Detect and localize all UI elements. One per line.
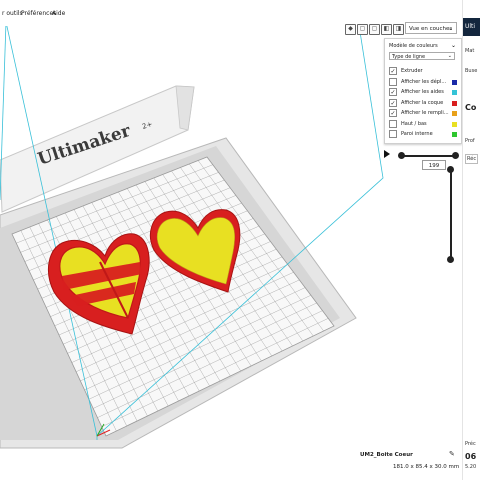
estimate-time: 06 bbox=[465, 452, 477, 461]
menu-bar: r outils Préférences Aide bbox=[0, 0, 462, 26]
legend-row[interactable]: Paroi interne bbox=[389, 130, 457, 140]
view-top-icon[interactable]: ▢ bbox=[369, 24, 380, 35]
current-layer-input[interactable]: 199 bbox=[422, 160, 446, 170]
profile-select[interactable]: Réc bbox=[465, 154, 479, 164]
legend-row[interactable]: ✓ Afficher le rempli... bbox=[389, 109, 457, 119]
legend-label: Afficher les aides bbox=[401, 89, 444, 95]
view-right-icon[interactable]: ◨ bbox=[393, 24, 404, 35]
menu-item-tools[interactable]: r outils bbox=[2, 10, 23, 17]
legend-checkbox[interactable]: ✓ bbox=[389, 88, 397, 96]
color-scheme-label: Modèle de couleurs bbox=[389, 43, 438, 49]
layer-path-slider[interactable] bbox=[401, 155, 456, 157]
legend-checkbox[interactable]: ✓ bbox=[389, 98, 397, 107]
play-simulation-button[interactable] bbox=[384, 150, 390, 158]
layer-slider-bottom-handle[interactable] bbox=[447, 256, 454, 263]
profile-label: Prof bbox=[465, 138, 475, 144]
path-slider-end-handle[interactable] bbox=[452, 152, 459, 159]
layer-view-panel: Modèle de couleurs ⌄ Type de ligne ⌄ ✓ Ex… bbox=[384, 38, 462, 144]
legend-row[interactable]: ✓ Extruder bbox=[389, 67, 457, 77]
legend-color-swatch bbox=[452, 111, 457, 116]
menu-item-preferences[interactable]: Préférences bbox=[21, 10, 56, 17]
view-3d-icon[interactable]: ◆ bbox=[345, 24, 356, 35]
legend-label: Afficher les dépl... bbox=[401, 78, 447, 85]
legend-row[interactable]: Afficher les dépl... bbox=[389, 77, 457, 88]
legend-checkbox[interactable]: ✓ bbox=[389, 109, 397, 117]
legend-checkbox[interactable]: ✓ bbox=[389, 67, 397, 75]
chevron-down-icon: ⌄ bbox=[448, 26, 453, 32]
view-front-icon[interactable]: ▢ bbox=[357, 24, 368, 35]
view-left-icon[interactable]: ◧ bbox=[381, 24, 392, 35]
printer-selector-header[interactable]: Ulti bbox=[463, 18, 480, 36]
color-scheme-select[interactable]: Type de ligne ⌄ bbox=[389, 52, 455, 60]
legend-checkbox[interactable] bbox=[389, 130, 397, 138]
layer-slider[interactable] bbox=[450, 172, 452, 262]
material-label: Mat bbox=[465, 48, 475, 54]
legend-color-swatch bbox=[452, 121, 457, 127]
legend-color-swatch bbox=[452, 79, 457, 85]
legend-color-swatch bbox=[452, 100, 457, 106]
object-name: UM2_Boite Coeur bbox=[360, 452, 413, 458]
legend-label: Haut / bas bbox=[401, 120, 427, 127]
legend-color-swatch bbox=[452, 90, 457, 95]
legend-row[interactable]: Haut / bas bbox=[389, 119, 457, 130]
print-settings-sidebar: Ulti Mat Buse Co Prof Réc Préc 06 5.20 bbox=[462, 0, 480, 480]
chevron-down-icon: ⌄ bbox=[447, 53, 452, 59]
legend-row[interactable]: ✓ Afficher la coque bbox=[389, 98, 457, 109]
estimate-sub: 5.20 bbox=[465, 464, 477, 470]
chevron-down-icon[interactable]: ⌄ bbox=[451, 42, 456, 49]
edit-pencil-icon[interactable]: ✎ bbox=[449, 450, 455, 458]
legend-checkbox[interactable] bbox=[389, 119, 397, 128]
view-mode-dropdown[interactable]: Vue en couches ⌄ bbox=[405, 22, 457, 34]
legend-label: Paroi interne bbox=[401, 131, 433, 137]
estimate-label: Préc bbox=[465, 441, 476, 447]
legend-color-swatch bbox=[452, 132, 457, 137]
legend-label: Extruder bbox=[401, 68, 423, 74]
path-slider-start-handle[interactable] bbox=[398, 152, 405, 159]
object-dimensions: 181.0 x 85.4 x 30.0 mm bbox=[393, 464, 460, 470]
legend-row[interactable]: ✓ Afficher les aides bbox=[389, 88, 457, 98]
nozzle-label: Buse bbox=[465, 68, 478, 74]
legend-label: Afficher la coque bbox=[401, 99, 444, 106]
legend-label: Afficher le rempli... bbox=[401, 110, 449, 116]
menu-item-help[interactable]: Aide bbox=[52, 10, 65, 17]
legend-checkbox[interactable] bbox=[389, 77, 397, 86]
config-title: Co bbox=[465, 103, 477, 112]
